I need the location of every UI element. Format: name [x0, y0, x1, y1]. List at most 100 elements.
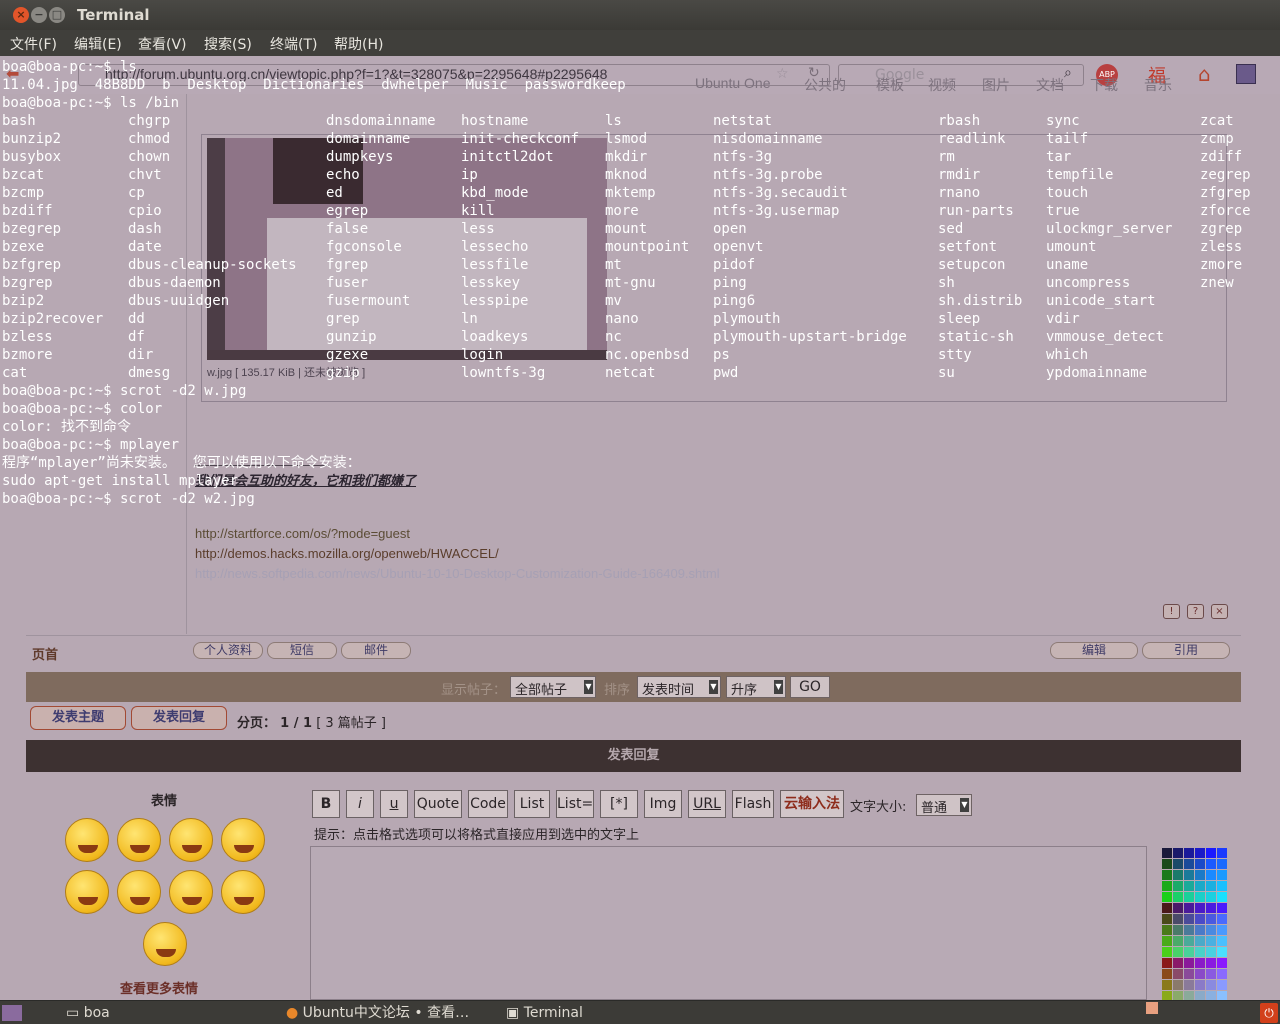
- pm-button[interactable]: 短信: [267, 642, 337, 659]
- menu-search[interactable]: 搜索(S): [204, 34, 252, 54]
- maximize-window-button[interactable]: □: [49, 7, 65, 23]
- color-swatch[interactable]: [1206, 947, 1216, 957]
- color-swatch[interactable]: [1173, 969, 1183, 979]
- color-swatch[interactable]: [1162, 936, 1172, 946]
- color-swatch[interactable]: [1162, 914, 1172, 924]
- color-swatch[interactable]: [1206, 892, 1216, 902]
- bookmark-ubuntu-one[interactable]: Ubuntu One: [695, 75, 771, 91]
- color-swatch[interactable]: [1162, 903, 1172, 913]
- color-swatch[interactable]: [1217, 925, 1227, 935]
- color-swatch[interactable]: [1184, 870, 1194, 880]
- color-swatch[interactable]: [1184, 892, 1194, 902]
- menu-file[interactable]: 文件(F): [10, 34, 57, 54]
- attachment-image[interactable]: [207, 138, 607, 360]
- code-button[interactable]: Code: [468, 790, 508, 818]
- color-swatch[interactable]: [1173, 958, 1183, 968]
- color-swatch[interactable]: [1195, 958, 1205, 968]
- signature-link-2[interactable]: http://demos.hacks.mozilla.org/openweb/H…: [195, 546, 499, 561]
- color-swatch[interactable]: [1184, 925, 1194, 935]
- edit-button[interactable]: 编辑: [1050, 642, 1138, 659]
- color-swatch[interactable]: [1184, 947, 1194, 957]
- laugh-emoji-icon[interactable]: [65, 870, 109, 914]
- color-swatch[interactable]: [1195, 969, 1205, 979]
- color-swatch[interactable]: [1206, 925, 1216, 935]
- menu-help[interactable]: 帮助(H): [334, 34, 383, 54]
- color-swatch[interactable]: [1184, 958, 1194, 968]
- color-swatch[interactable]: [1173, 980, 1183, 990]
- taskbar-item-terminal[interactable]: ▣ Terminal: [506, 1003, 583, 1023]
- color-swatch[interactable]: [1217, 936, 1227, 946]
- bookmark-templates[interactable]: 模板: [876, 75, 904, 95]
- color-swatch[interactable]: [1184, 859, 1194, 869]
- email-button[interactable]: 邮件: [341, 642, 411, 659]
- color-swatch[interactable]: [1206, 859, 1216, 869]
- italic-button[interactable]: i: [346, 790, 374, 818]
- color-swatch[interactable]: [1162, 859, 1172, 869]
- color-swatch[interactable]: [1206, 870, 1216, 880]
- bookmark-music[interactable]: 音乐: [1144, 75, 1172, 95]
- help-icon[interactable]: ?: [1187, 604, 1204, 619]
- workspace-switcher[interactable]: [1146, 1002, 1158, 1014]
- color-swatch[interactable]: [1217, 969, 1227, 979]
- color-swatch[interactable]: [1173, 914, 1183, 924]
- menu-edit[interactable]: 编辑(E): [74, 34, 122, 54]
- color-swatch[interactable]: [1195, 980, 1205, 990]
- top-link[interactable]: 页首: [32, 644, 58, 663]
- cloud-ime-button[interactable]: 云输入法: [780, 790, 844, 818]
- ordered-list-button[interactable]: List=: [556, 790, 594, 818]
- bookmark-downloads[interactable]: 下载: [1090, 75, 1118, 95]
- color-swatch[interactable]: [1173, 947, 1183, 957]
- color-swatch[interactable]: [1173, 881, 1183, 891]
- grin-emoji-icon[interactable]: [169, 870, 213, 914]
- color-swatch[interactable]: [1195, 903, 1205, 913]
- bookmark-public[interactable]: 公共的: [804, 75, 846, 95]
- bold-button[interactable]: B: [312, 790, 340, 818]
- color-swatch[interactable]: [1162, 980, 1172, 990]
- color-swatch[interactable]: [1184, 969, 1194, 979]
- color-swatch[interactable]: [1184, 936, 1194, 946]
- color-swatch[interactable]: [1162, 848, 1172, 858]
- sort-select[interactable]: 发表时间 ▼: [637, 676, 721, 698]
- color-swatch[interactable]: [1217, 958, 1227, 968]
- color-swatch[interactable]: [1206, 848, 1216, 858]
- list-item-button[interactable]: [*]: [600, 790, 638, 818]
- color-swatch[interactable]: [1217, 848, 1227, 858]
- color-swatch[interactable]: [1195, 848, 1205, 858]
- signature-link-3[interactable]: http://news.softpedia.com/news/Ubuntu-10…: [195, 566, 720, 581]
- color-swatch[interactable]: [1206, 881, 1216, 891]
- color-swatch[interactable]: [1195, 925, 1205, 935]
- minimize-window-button[interactable]: −: [31, 7, 47, 23]
- bookmark-documents[interactable]: 文档: [1036, 75, 1064, 95]
- power-icon[interactable]: ⏻: [1260, 1003, 1278, 1023]
- color-swatch[interactable]: [1173, 848, 1183, 858]
- show-posts-select[interactable]: 全部帖子 ▼: [510, 676, 596, 698]
- color-swatch[interactable]: [1195, 859, 1205, 869]
- taskbar-item-firefox[interactable]: ● Ubuntu中文论坛 • 查看…: [286, 1003, 469, 1023]
- dizzy-emoji-icon[interactable]: [143, 922, 187, 966]
- color-swatch[interactable]: [1217, 892, 1227, 902]
- color-swatch[interactable]: [1162, 969, 1172, 979]
- color-swatch[interactable]: [1184, 914, 1194, 924]
- tongue-emoji-icon[interactable]: [117, 818, 161, 862]
- color-swatch[interactable]: [1217, 859, 1227, 869]
- quote-button[interactable]: 引用: [1142, 642, 1230, 659]
- color-palette[interactable]: [1162, 848, 1227, 1012]
- color-swatch[interactable]: [1162, 958, 1172, 968]
- giggle-emoji-icon[interactable]: [221, 818, 265, 862]
- color-swatch[interactable]: [1173, 892, 1183, 902]
- smile-emoji-icon[interactable]: [65, 818, 109, 862]
- color-swatch[interactable]: [1217, 980, 1227, 990]
- color-swatch[interactable]: [1173, 925, 1183, 935]
- delete-icon[interactable]: ×: [1211, 604, 1228, 619]
- order-select[interactable]: 升序 ▼: [726, 676, 786, 698]
- message-textarea[interactable]: [310, 846, 1147, 1000]
- bookmark-pictures[interactable]: 图片: [982, 75, 1010, 95]
- go-button[interactable]: GO: [790, 676, 830, 698]
- color-swatch[interactable]: [1184, 848, 1194, 858]
- color-swatch[interactable]: [1162, 881, 1172, 891]
- more-emoji-link[interactable]: 查看更多表情: [120, 978, 198, 997]
- color-swatch[interactable]: [1173, 936, 1183, 946]
- color-swatch[interactable]: [1206, 914, 1216, 924]
- close-window-button[interactable]: ×: [13, 7, 29, 23]
- color-swatch[interactable]: [1184, 881, 1194, 891]
